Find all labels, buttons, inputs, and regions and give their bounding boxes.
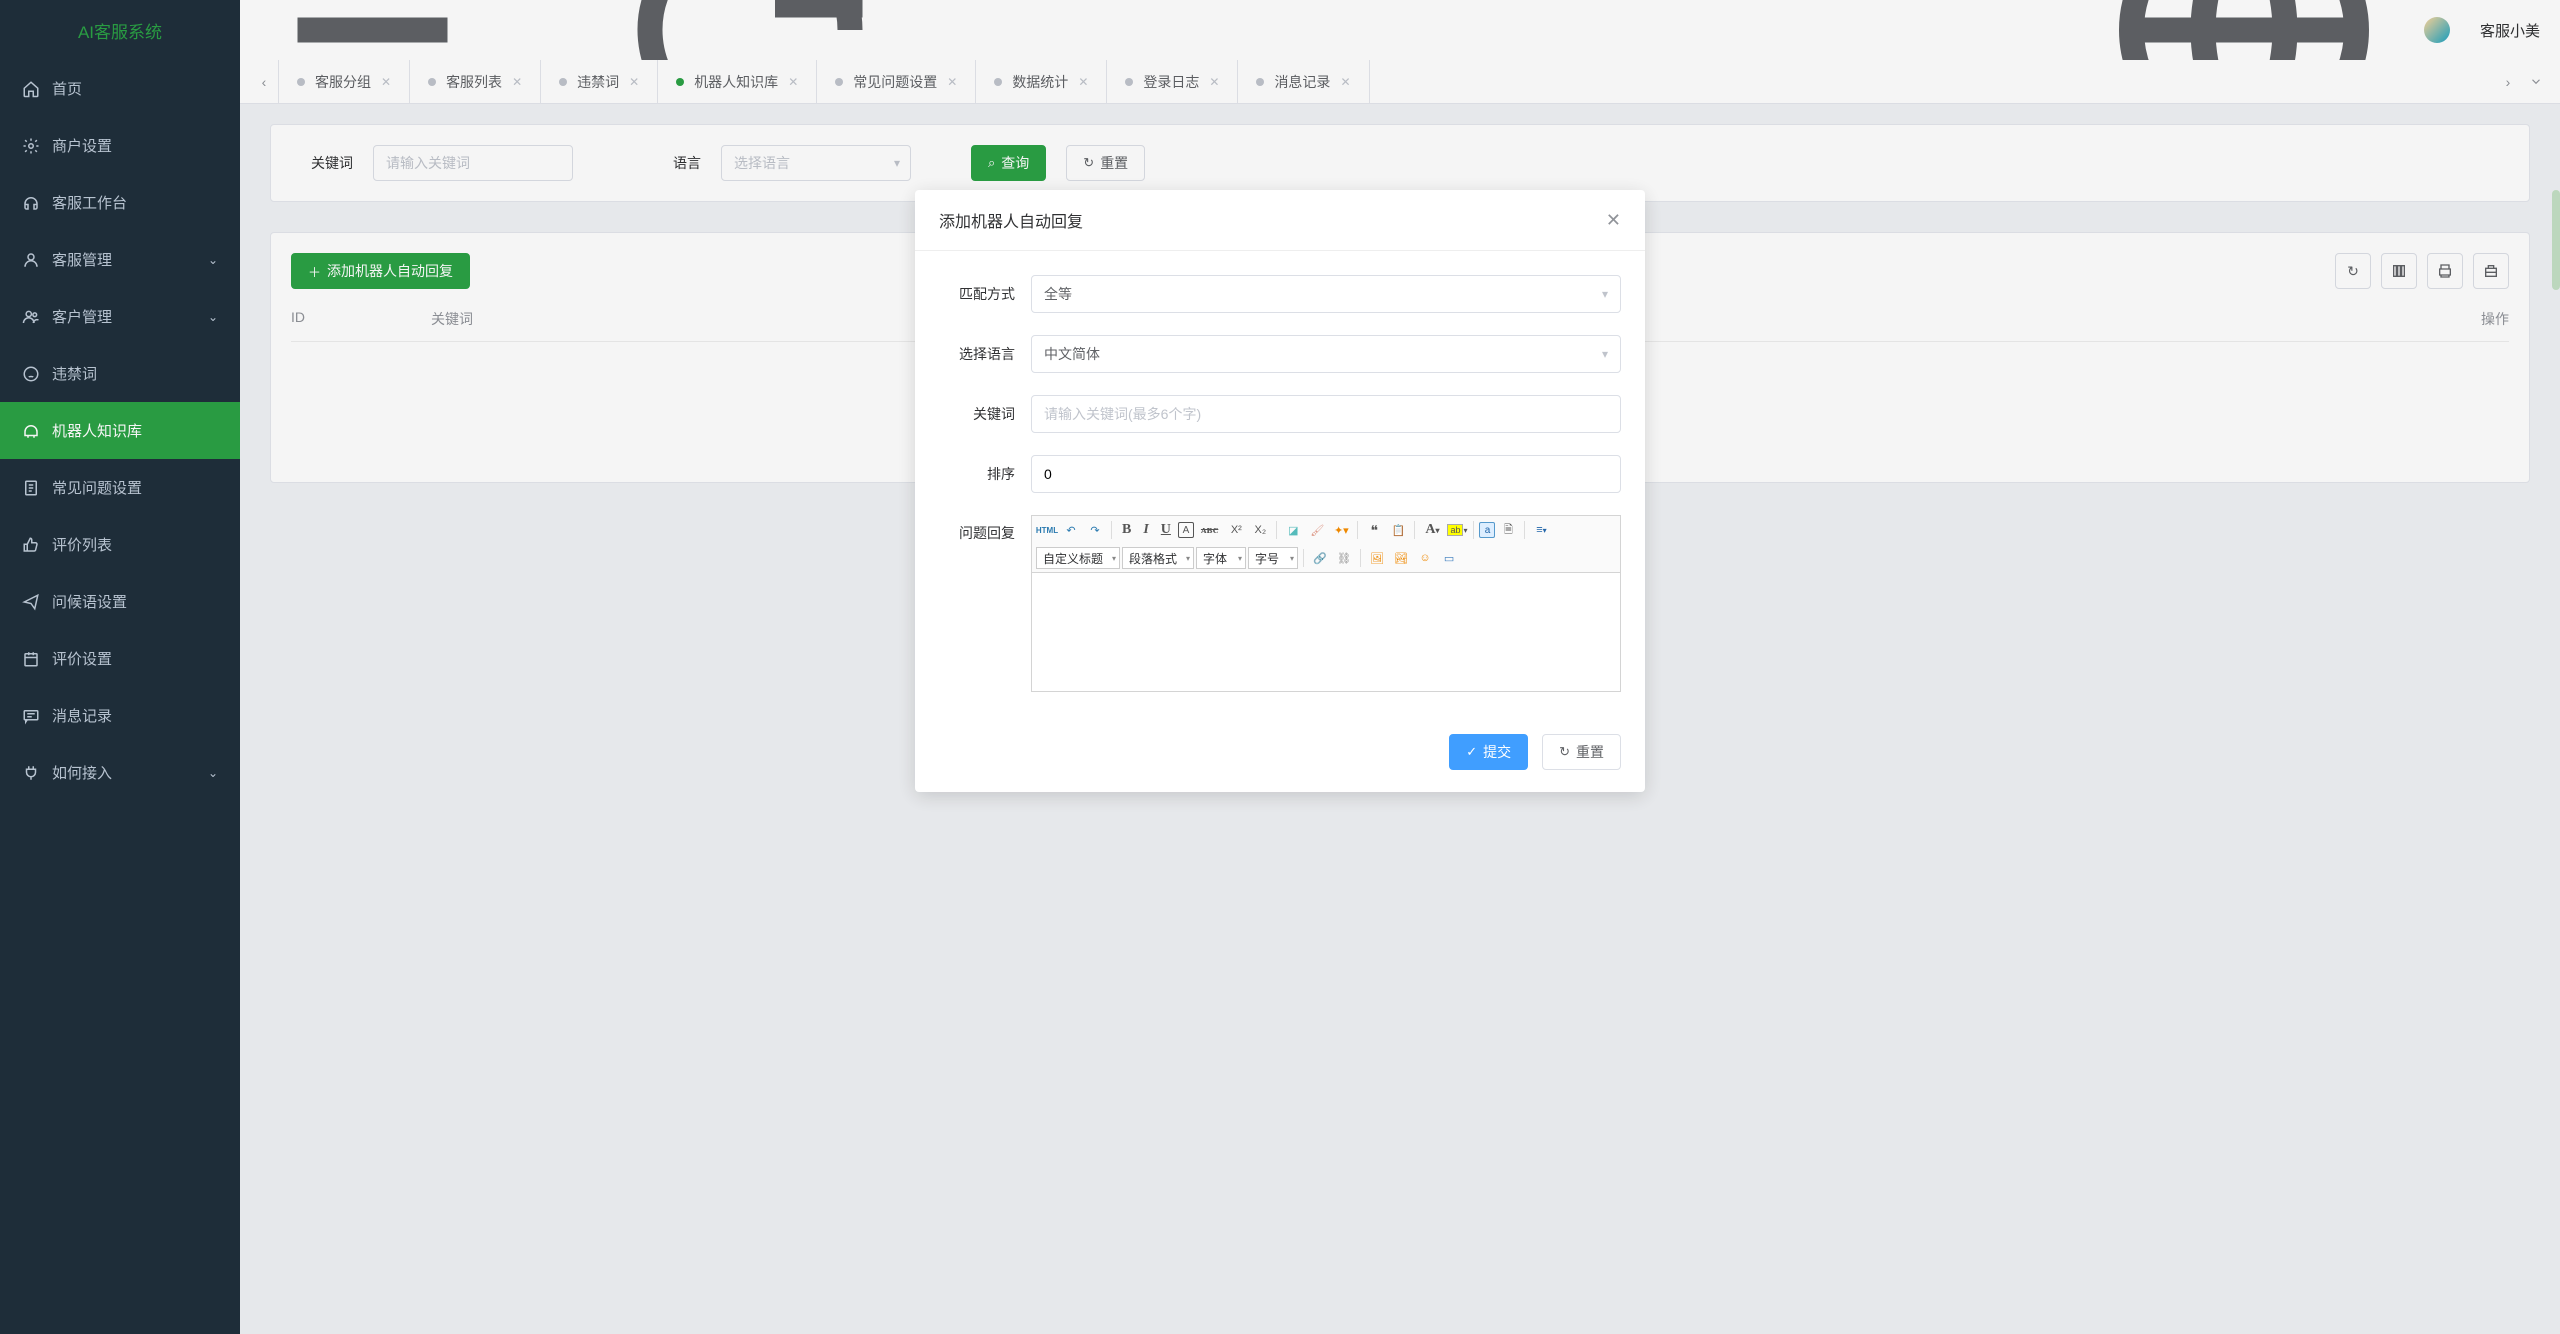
editor-custom-title-select[interactable]: 自定义标题▾ [1036, 547, 1120, 569]
editor-size-select[interactable]: 字号▾ [1248, 547, 1298, 569]
close-icon[interactable]: ✕ [1606, 210, 1621, 231]
editor-link-icon[interactable]: 🔗 [1309, 547, 1331, 569]
dialog-title: 添加机器人自动回复 [939, 208, 1083, 232]
editor-bold-icon[interactable]: B [1117, 519, 1136, 541]
editor-image2-icon[interactable]: 🏞 [1390, 547, 1412, 569]
editor-superscript-icon[interactable]: X² [1225, 519, 1247, 541]
reset-icon: ↻ [1559, 744, 1570, 760]
editor-eraser-icon[interactable]: ◪ [1282, 519, 1304, 541]
check-icon: ✓ [1466, 744, 1477, 760]
editor-paste-icon[interactable]: 📋 [1387, 519, 1409, 541]
rich-text-editor: HTML ↶ ↷ B I U A ᴀʙᴄ X² X₂ ◪ [1031, 515, 1621, 692]
editor-emoji-icon[interactable]: ☺ [1414, 547, 1436, 569]
match-type-select[interactable]: 全等 ▾ [1031, 275, 1621, 313]
editor-video-icon[interactable]: ▭ [1438, 547, 1460, 569]
editor-undo-icon[interactable]: ↶ [1060, 519, 1082, 541]
dialog-language-select[interactable]: 中文简体 ▾ [1031, 335, 1621, 373]
editor-quote-icon[interactable]: ❝ [1363, 519, 1385, 541]
reply-label: 问题回复 [939, 515, 1031, 543]
language-label: 选择语言 [939, 344, 1031, 364]
dialog-sort-input[interactable] [1031, 455, 1621, 493]
sort-label: 排序 [939, 464, 1031, 484]
dialog-reset-button[interactable]: ↻ 重置 [1542, 734, 1621, 770]
match-type-label: 匹配方式 [939, 284, 1031, 304]
submit-button[interactable]: ✓ 提交 [1449, 734, 1528, 770]
editor-print-icon[interactable]: 🗎 [1497, 519, 1519, 541]
editor-backcolor-icon[interactable]: ab▾ [1446, 519, 1468, 541]
editor-fontborder-icon[interactable]: A [1178, 522, 1194, 538]
editor-paragraph-select[interactable]: 段落格式▾ [1122, 547, 1194, 569]
editor-image-icon[interactable]: 🖼 [1366, 547, 1388, 569]
add-reply-dialog: 添加机器人自动回复 ✕ 匹配方式 全等 ▾ 选择语言 中文简体 ▾ [915, 190, 1645, 792]
editor-forecolor-icon[interactable]: A▾ [1420, 519, 1444, 541]
editor-redo-icon[interactable]: ↷ [1084, 519, 1106, 541]
editor-font-select[interactable]: 字体▾ [1196, 547, 1246, 569]
editor-brush-icon[interactable]: 🖌 [1306, 519, 1328, 541]
chevron-down-icon: ▾ [1602, 347, 1608, 361]
dialog-keyword-input[interactable] [1031, 395, 1621, 433]
editor-underline-icon[interactable]: U [1156, 519, 1176, 541]
keyword-label: 关键词 [939, 404, 1031, 424]
editor-unlink-icon[interactable]: ⛓ [1333, 547, 1355, 569]
editor-strike-icon[interactable]: ᴀʙᴄ [1196, 519, 1223, 541]
editor-textarea[interactable] [1032, 573, 1620, 691]
dialog-mask: 添加机器人自动回复 ✕ 匹配方式 全等 ▾ 选择语言 中文简体 ▾ [0, 0, 2560, 1334]
chevron-down-icon: ▾ [1602, 287, 1608, 301]
editor-html-icon[interactable]: HTML [1036, 519, 1058, 541]
editor-italic-icon[interactable]: I [1138, 519, 1153, 541]
editor-selectall-icon[interactable]: a [1479, 522, 1495, 538]
editor-subscript-icon[interactable]: X₂ [1249, 519, 1271, 541]
editor-autotype-icon[interactable]: ✦▾ [1330, 519, 1352, 541]
editor-lineheight-icon[interactable]: ≡▾ [1530, 519, 1552, 541]
